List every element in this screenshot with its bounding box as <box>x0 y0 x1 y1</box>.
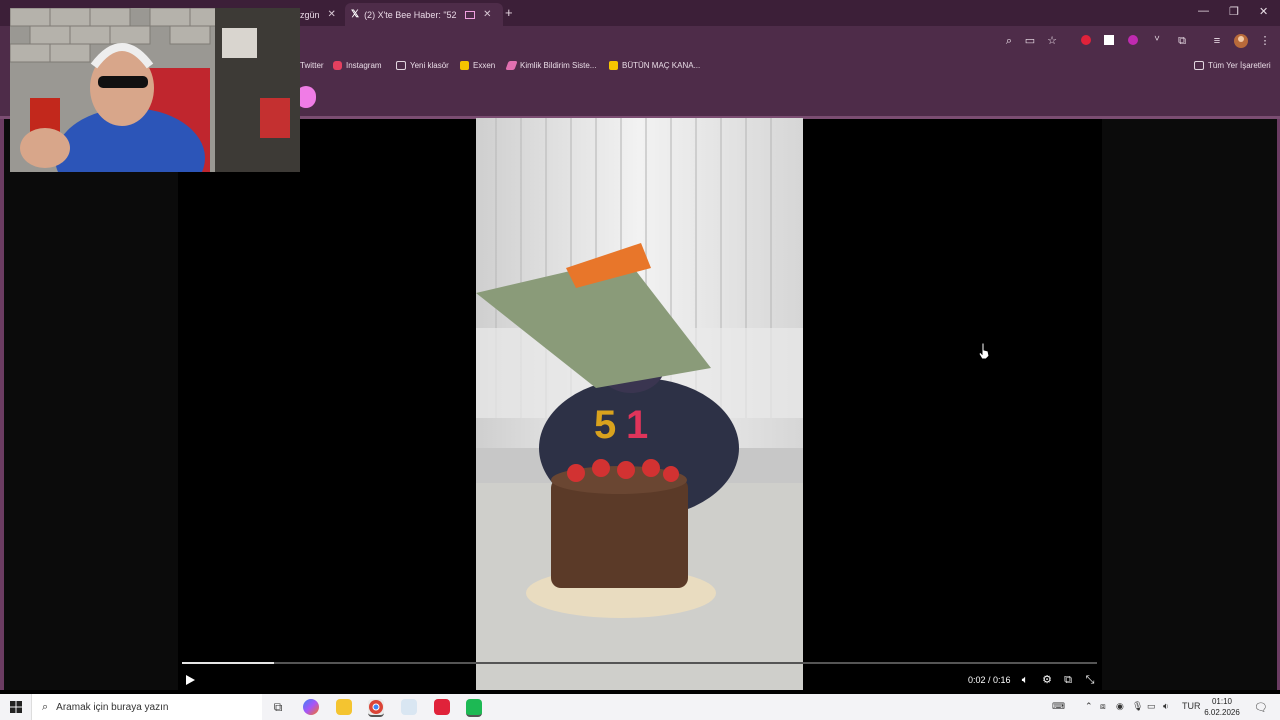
video-frame[interactable]: 5 1 <box>476 118 803 690</box>
webcam-image <box>10 8 300 172</box>
network-icon[interactable]: ▭ <box>1147 701 1156 712</box>
video-backdrop-right <box>1102 119 1277 690</box>
microphone-icon[interactable]: 🎙︎ <box>1132 701 1143 712</box>
exxen-icon <box>460 61 469 70</box>
video-progress-track[interactable] <box>182 662 1097 664</box>
zoom-icon[interactable]: ⌕ <box>1002 34 1016 48</box>
bookmark-twitter[interactable]: Twitter <box>300 61 324 70</box>
taskbar-search[interactable]: ⌕ Aramak için buraya yazın <box>31 694 262 720</box>
clock-time: 01:10 <box>1211 697 1233 706</box>
extensions-puzzle-icon[interactable]: ⧉ <box>1175 34 1189 48</box>
extension-white-icon[interactable] <box>1102 34 1116 48</box>
candle-digit-1: 1 <box>626 403 648 447</box>
extension-vp-icon[interactable]: ⱽ <box>1150 34 1164 48</box>
tab-active[interactable]: 𝕏 (2) X'te Bee Haber: "52 yaş ✕ <box>345 3 503 26</box>
task-view-icon[interactable]: ⧉ <box>270 699 286 715</box>
video-backdrop-left <box>4 119 178 690</box>
webcam-overlay <box>10 8 300 172</box>
minimize-button[interactable]: — <box>1198 5 1209 17</box>
tray-app-icon-2[interactable]: ◉ <box>1116 701 1124 712</box>
extension-purple-icon[interactable] <box>1126 34 1140 48</box>
tab-previous[interactable]: zgün ✕ <box>300 3 342 26</box>
profile-avatar-icon[interactable] <box>1234 34 1248 48</box>
x-logo-icon: 𝕏 <box>351 9 360 20</box>
windows-taskbar: ⌕ Aramak için buraya yazın ⧉ ⌨ ⌃ ⧈ ◉ 🎙︎ … <box>0 694 1280 720</box>
settings-gear-icon[interactable]: ⚙︎ <box>1041 674 1053 686</box>
notifications-icon[interactable]: 🗨︎ <box>1254 701 1268 714</box>
volume-icon[interactable]: 🔈︎ <box>1019 674 1031 686</box>
video-content: 5 1 <box>476 118 803 690</box>
bookmark-kimlik-bildirim[interactable]: Kimlik Bildirim Siste... <box>505 61 596 70</box>
play-icon[interactable] <box>184 674 196 686</box>
jp-icon <box>609 61 618 70</box>
search-icon: ⌕ <box>42 700 49 713</box>
fullscreen-exit-icon[interactable]: ⤡ <box>1084 674 1096 686</box>
cast-icon[interactable]: ▭ <box>1023 34 1037 48</box>
show-hidden-icons[interactable]: ⌃ <box>1085 701 1093 712</box>
search-placeholder: Aramak için buraya yazın <box>56 701 169 713</box>
menu-kebab-icon[interactable]: ⋮ <box>1258 34 1272 48</box>
tab-title: (2) X'te Bee Haber: "52 yaş <box>364 9 459 20</box>
tray-app-icon[interactable]: ⧈ <box>1100 701 1106 712</box>
copilot-icon[interactable] <box>303 699 319 715</box>
video-progress-fill <box>182 662 274 664</box>
folder-icon <box>396 61 406 70</box>
video-time: 0:02 / 0:16 <box>968 675 1011 685</box>
speaker-icon[interactable]: 🔉︎ <box>1163 701 1169 712</box>
streaming-app-icon[interactable] <box>466 699 482 717</box>
bookmark-butun-mac[interactable]: BÜTÜN MAÇ KANA... <box>609 61 700 70</box>
close-window-button[interactable]: ✕ <box>1259 5 1268 18</box>
pip-icon[interactable]: ⧉ <box>1062 674 1074 686</box>
new-tab-button[interactable]: + <box>505 5 513 20</box>
candle-digit-5: 5 <box>594 403 616 447</box>
extension-red-icon[interactable] <box>1079 34 1093 48</box>
windows-start-icon[interactable] <box>10 701 22 713</box>
close-icon[interactable]: ✕ <box>483 9 491 20</box>
keyboard-icon[interactable]: ⌨ <box>1052 701 1065 712</box>
language-indicator[interactable]: TUR <box>1182 701 1201 711</box>
restore-button[interactable]: ❐ <box>1229 5 1239 18</box>
media-playing-icon <box>465 10 476 19</box>
tab-title: zgün <box>300 9 320 20</box>
clock-date: 6.02.2026 <box>1204 708 1240 717</box>
bookmark-star-icon[interactable]: ☆ <box>1045 34 1059 48</box>
instagram-icon <box>333 61 342 70</box>
reading-list-icon[interactable]: ≡ <box>1210 34 1224 48</box>
bookmark-instagram[interactable]: Instagram <box>333 61 382 70</box>
pen-app-icon[interactable] <box>401 699 417 715</box>
bookmark-exxen[interactable]: Exxen <box>460 61 495 70</box>
taskbar-clock[interactable]: 01:10 6.02.2026 <box>1202 696 1242 718</box>
bookmark-yeni-klasor[interactable]: Yeni klasör <box>396 61 449 70</box>
hand-cursor-icon <box>978 342 990 360</box>
chrome-icon[interactable] <box>368 699 384 717</box>
kimlik-icon <box>505 61 518 70</box>
all-bookmarks-folder[interactable]: Tüm Yer İşaretleri <box>1194 61 1271 70</box>
folder-icon <box>1194 61 1204 70</box>
file-explorer-icon[interactable] <box>336 699 352 715</box>
opera-icon[interactable] <box>434 699 450 715</box>
close-icon[interactable]: ✕ <box>328 9 336 20</box>
